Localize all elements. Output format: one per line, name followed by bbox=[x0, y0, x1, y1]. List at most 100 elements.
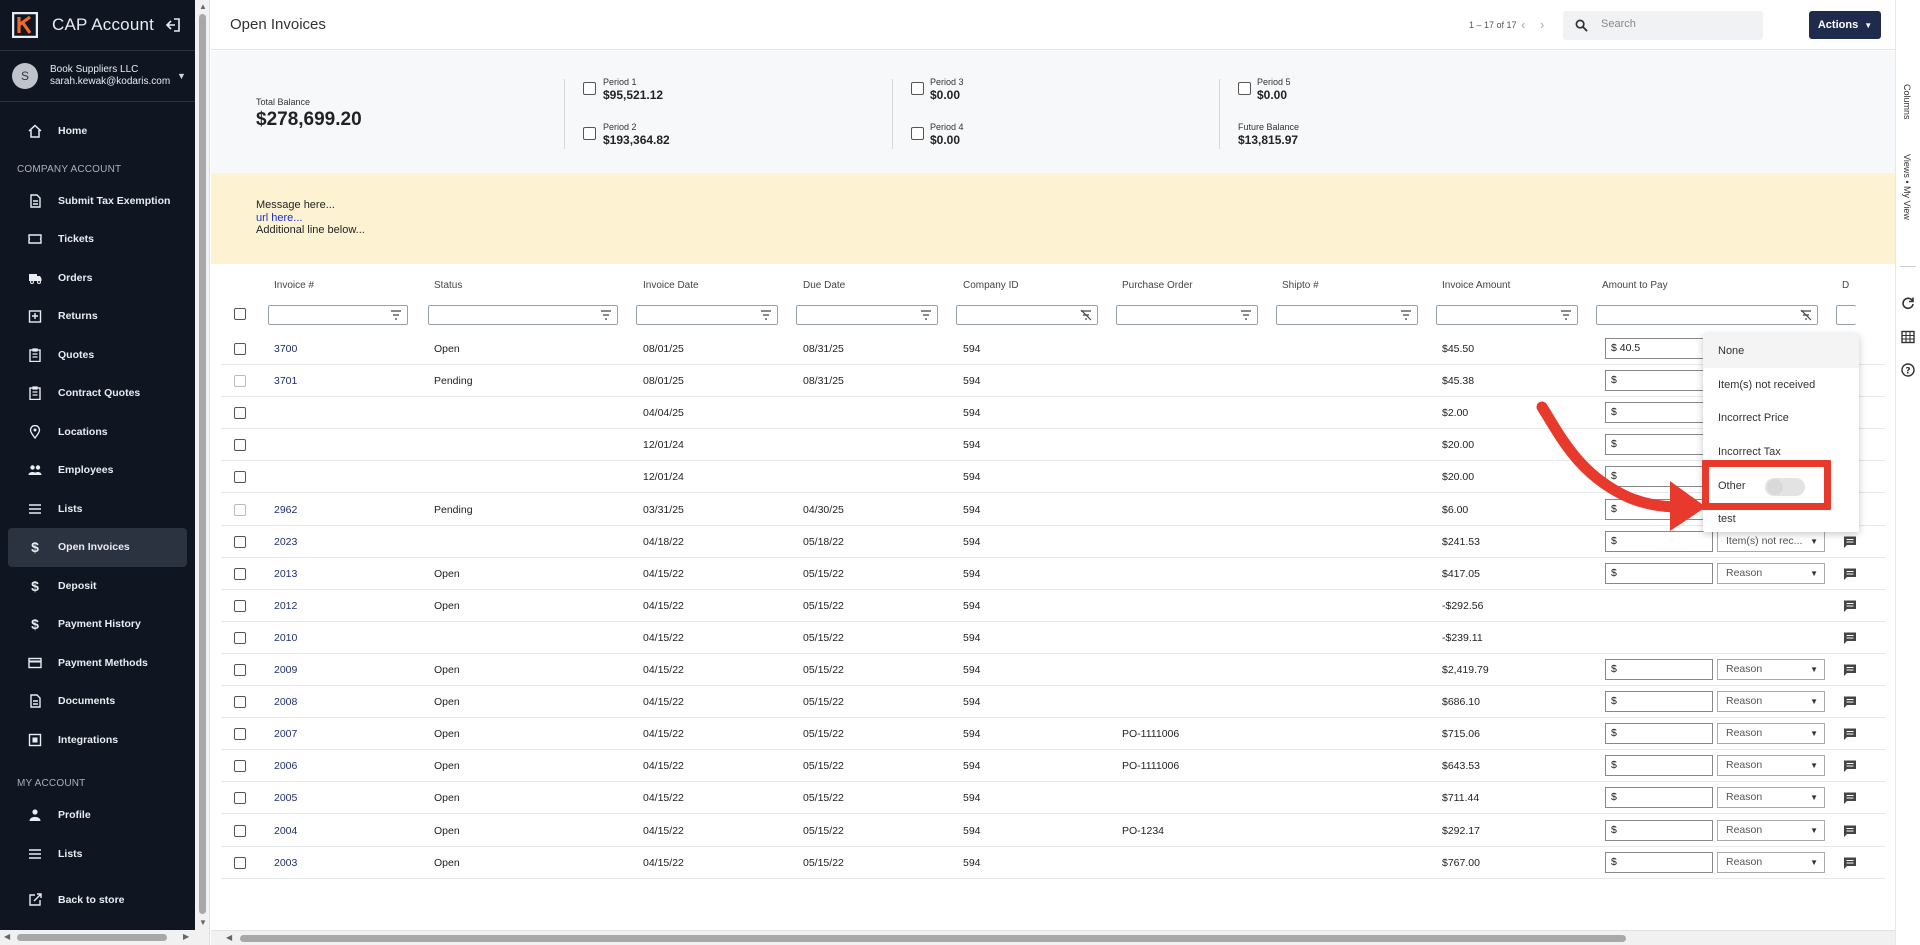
account-switcher[interactable]: S Book Suppliers LLC sarah.kewak@kodaris… bbox=[0, 50, 195, 102]
amount-to-pay-input[interactable]: $ bbox=[1605, 723, 1713, 745]
filter-company-id[interactable] bbox=[956, 305, 1098, 325]
column-header-amount-to-pay[interactable]: Amount to Pay bbox=[1602, 280, 1668, 291]
table-row[interactable]: 2004 Open 04/15/22 05/15/22 594 PO-1234 $292.1… bbox=[221, 815, 1885, 847]
comment-icon[interactable] bbox=[1843, 599, 1857, 613]
sidebar-item-open-invoices[interactable]: $ Open Invoices bbox=[8, 528, 187, 567]
reason-select[interactable]: Reason ▼ bbox=[1717, 691, 1825, 713]
amount-to-pay-input[interactable]: $ bbox=[1605, 659, 1713, 680]
table-row[interactable]: 2003 Open 04/15/22 05/15/22 594 $767.00 $ Reaso… bbox=[221, 847, 1885, 879]
scroll-down-icon[interactable]: ▼ bbox=[198, 918, 208, 928]
sidebar-item-deposit[interactable]: $ Deposit bbox=[8, 567, 187, 606]
row-checkbox[interactable] bbox=[234, 471, 246, 484]
row-checkbox[interactable] bbox=[234, 407, 246, 420]
refresh-icon[interactable] bbox=[1901, 296, 1915, 310]
amount-to-pay-input[interactable]: $ bbox=[1605, 755, 1713, 777]
sidebar-item-back-to-store[interactable]: Back to store bbox=[8, 881, 187, 920]
invoice-number-link[interactable]: 2962 bbox=[274, 504, 297, 516]
row-checkbox[interactable] bbox=[234, 503, 246, 516]
sidebar-item-locations[interactable]: Locations bbox=[8, 413, 187, 452]
scroll-up-icon[interactable]: ▲ bbox=[198, 2, 208, 12]
grid-icon[interactable] bbox=[1901, 330, 1915, 344]
row-checkbox[interactable] bbox=[234, 760, 246, 773]
period-1-checkbox[interactable] bbox=[583, 82, 596, 95]
table-horizontal-scrollbar[interactable]: ◀ bbox=[211, 930, 1895, 945]
dropdown-option-items-not-received[interactable]: Item(s) not received bbox=[1703, 368, 1859, 402]
period-4-checkbox[interactable] bbox=[911, 127, 924, 140]
comment-icon[interactable] bbox=[1843, 727, 1857, 741]
row-checkbox[interactable] bbox=[234, 824, 246, 837]
invoice-number-link[interactable]: 2006 bbox=[274, 760, 297, 772]
column-header-shipto[interactable]: Shipto # bbox=[1282, 280, 1319, 291]
invoice-number-link[interactable]: 2007 bbox=[274, 728, 297, 740]
sidebar-horizontal-scrollbar[interactable]: ◀ ▶ bbox=[0, 930, 195, 945]
table-row[interactable]: 2009 Open 04/15/22 05/15/22 594 $2,419.79 $ Rea… bbox=[221, 654, 1885, 686]
filter-d[interactable] bbox=[1836, 305, 1856, 325]
comment-icon[interactable] bbox=[1843, 759, 1857, 773]
columns-panel-tab[interactable]: Columns bbox=[1902, 84, 1912, 120]
actions-button[interactable]: Actions ▼ bbox=[1809, 11, 1881, 39]
row-checkbox[interactable] bbox=[234, 439, 246, 452]
row-checkbox[interactable] bbox=[234, 696, 246, 709]
amount-to-pay-input[interactable]: $ bbox=[1605, 562, 1713, 584]
invoice-number-link[interactable]: 2012 bbox=[274, 600, 297, 612]
sidebar-item-returns[interactable]: Returns bbox=[8, 297, 187, 336]
row-checkbox[interactable] bbox=[234, 631, 246, 644]
column-header-status[interactable]: Status bbox=[434, 280, 462, 291]
sidebar-item-employees[interactable]: Employees bbox=[8, 451, 187, 490]
dropdown-option-none[interactable]: None bbox=[1703, 334, 1859, 368]
table-row[interactable]: 2010 04/15/22 05/15/22 594 -$239.11 bbox=[221, 622, 1885, 654]
filter-due-date[interactable] bbox=[796, 305, 938, 325]
comment-icon[interactable] bbox=[1843, 824, 1857, 838]
scroll-right-icon[interactable]: ▶ bbox=[183, 932, 189, 941]
invoice-number-link[interactable]: 2023 bbox=[274, 536, 297, 548]
reason-select[interactable]: Reason ▼ bbox=[1717, 723, 1825, 745]
sidebar-item-integrations[interactable]: Integrations bbox=[8, 721, 187, 760]
amount-to-pay-input[interactable]: $ bbox=[1605, 691, 1713, 713]
invoice-number-link[interactable]: 2005 bbox=[274, 792, 297, 804]
invoice-number-link[interactable]: 2004 bbox=[274, 825, 297, 837]
sidebar-item-tickets[interactable]: Tickets bbox=[8, 220, 187, 259]
row-checkbox[interactable] bbox=[234, 792, 246, 805]
column-header-due-date[interactable]: Due Date bbox=[803, 280, 845, 291]
column-header-purchase-order[interactable]: Purchase Order bbox=[1122, 280, 1193, 291]
reason-select[interactable]: Reason ▼ bbox=[1717, 819, 1825, 841]
table-row[interactable]: 2008 Open 04/15/22 05/15/22 594 $686.10 $ Reaso… bbox=[221, 686, 1885, 719]
select-all-checkbox[interactable] bbox=[234, 308, 246, 320]
column-header-d[interactable]: D bbox=[1842, 280, 1849, 291]
search-input[interactable] bbox=[1601, 18, 1751, 30]
chevron-right-icon[interactable]: › bbox=[1540, 17, 1544, 32]
views-panel-tab[interactable]: Views • My View bbox=[1902, 154, 1912, 220]
invoice-number-link[interactable]: 2013 bbox=[274, 568, 297, 580]
sidebar-item-quotes[interactable]: Quotes bbox=[8, 336, 187, 375]
comment-icon[interactable] bbox=[1843, 663, 1857, 677]
scrollbar-thumb[interactable] bbox=[240, 935, 1626, 942]
invoice-number-link[interactable]: 2008 bbox=[274, 696, 297, 708]
sidebar-item-payment-methods[interactable]: Payment Methods bbox=[8, 644, 187, 683]
table-row[interactable]: 2005 Open 04/15/22 05/15/22 594 $711.44 $ Reaso… bbox=[221, 782, 1885, 815]
invoice-number-link[interactable]: 3700 bbox=[274, 343, 297, 355]
period-5-checkbox[interactable] bbox=[1238, 82, 1251, 95]
sidebar-item-contract-quotes[interactable]: Contract Quotes bbox=[8, 374, 187, 413]
filter-amount-to-pay[interactable] bbox=[1596, 305, 1818, 325]
search-box[interactable] bbox=[1563, 11, 1763, 40]
reason-select[interactable]: Reason ▼ bbox=[1717, 851, 1825, 873]
row-checkbox[interactable] bbox=[234, 599, 246, 612]
table-row[interactable]: 2012 Open 04/15/22 05/15/22 594 -$292.56 bbox=[221, 590, 1885, 622]
comment-icon[interactable] bbox=[1843, 567, 1857, 581]
table-row[interactable]: 3701 Pending 08/01/25 08/31/25 594 $45.38 $ bbox=[221, 365, 1885, 398]
filter-invoice[interactable] bbox=[268, 305, 408, 325]
help-icon[interactable]: ? bbox=[1901, 363, 1915, 377]
comment-icon[interactable] bbox=[1843, 631, 1857, 645]
invoice-number-link[interactable]: 2010 bbox=[274, 632, 297, 644]
comment-icon[interactable] bbox=[1843, 856, 1857, 870]
chevron-left-icon[interactable]: ‹ bbox=[1521, 17, 1525, 32]
reason-select[interactable]: Reason ▼ bbox=[1717, 659, 1825, 680]
amount-to-pay-input[interactable]: $ bbox=[1605, 787, 1713, 809]
sidebar-item-orders[interactable]: Orders bbox=[8, 259, 187, 298]
filter-status[interactable] bbox=[428, 305, 618, 325]
comment-icon[interactable] bbox=[1843, 535, 1857, 549]
sidebar-item-lists[interactable]: Lists bbox=[8, 490, 187, 529]
sidebar-item-home[interactable]: Home bbox=[8, 112, 187, 151]
row-checkbox[interactable] bbox=[234, 728, 246, 741]
invoice-number-link[interactable]: 2003 bbox=[274, 857, 297, 869]
